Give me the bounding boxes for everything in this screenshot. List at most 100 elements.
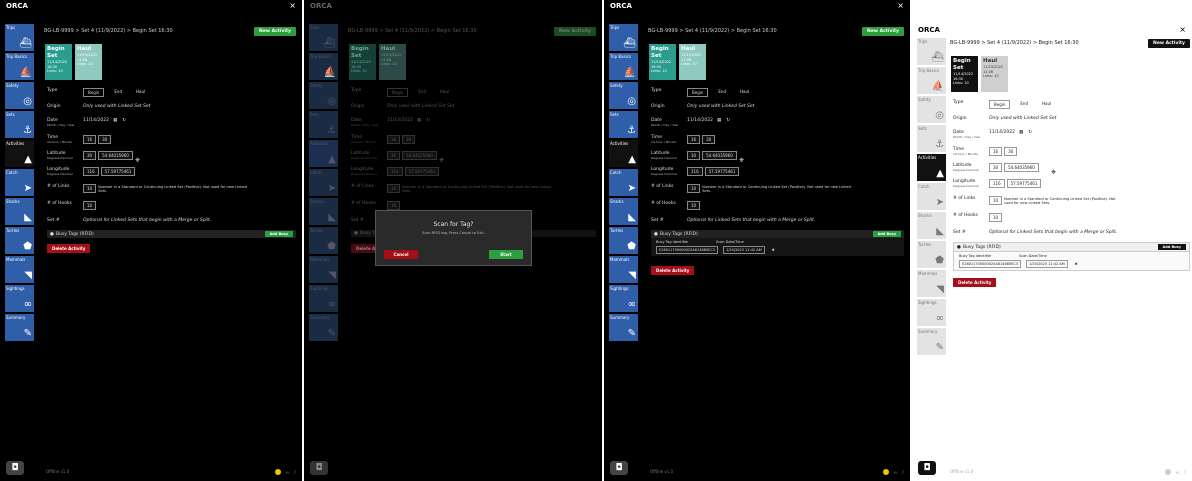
gps-crosshair-icon[interactable]: ⌖ xyxy=(135,156,140,166)
close-icon[interactable]: × xyxy=(1179,25,1186,34)
sidebar-item-turtles[interactable]: Turtles ⬟ xyxy=(5,227,34,254)
close-icon[interactable]: × xyxy=(897,1,904,10)
minute-input[interactable]: 30 xyxy=(402,135,416,144)
delete-activity-button[interactable]: Delete Activity xyxy=(651,266,695,275)
lon-degrees-input[interactable]: 116 xyxy=(989,179,1005,188)
help-icon[interactable]: ? xyxy=(1184,470,1186,475)
type-option-haul[interactable]: Haul xyxy=(132,88,149,97)
activity-card-begin-set[interactable]: Begin Set 11/14/2022 16:30 Links: 10 xyxy=(951,56,978,92)
lon-degrees-input[interactable]: 116 xyxy=(687,167,703,176)
activity-card-begin-set[interactable]: Begin Set 11/14/2022 16:30 Links: 10 xyxy=(45,44,72,80)
sidebar-item-trip-basics[interactable]: Trip Basics ⛵ xyxy=(309,53,338,80)
lon-degrees-input[interactable]: 116 xyxy=(387,167,403,176)
sidebar-item-turtles[interactable]: Turtles ⬟ xyxy=(309,227,338,254)
sidebar-item-summary[interactable]: Summary ✎ xyxy=(917,328,946,355)
activity-card-begin-set[interactable]: Begin Set 11/14/2022 16:30 Links: 10 xyxy=(649,44,676,80)
hour-input[interactable]: 16 xyxy=(83,135,97,144)
lon-minutes-input[interactable]: 57.59775461 xyxy=(704,167,740,176)
type-option-haul[interactable]: Haul xyxy=(1038,100,1055,109)
activity-card-begin-set[interactable]: Begin Set 11/14/2022 16:30 Links: 10 xyxy=(349,44,376,80)
lat-minutes-input[interactable]: 54.64035960 xyxy=(98,151,133,160)
type-option-end[interactable]: End xyxy=(1016,100,1032,109)
activity-card-haul[interactable]: Haul 11/15/2022 11:08 Links: 10 xyxy=(75,44,102,80)
new-activity-button[interactable]: New Activity xyxy=(1148,39,1190,48)
lon-minutes-input[interactable]: 57.59775461 xyxy=(1006,179,1042,188)
sidebar-item-sets[interactable]: Sets ⚓ xyxy=(917,125,946,152)
sidebar-item-catch[interactable]: Catch ➤ xyxy=(609,169,638,196)
add-busy-button[interactable]: Add Busy xyxy=(872,231,901,237)
links-input[interactable]: 10 xyxy=(387,184,401,193)
minute-input[interactable]: 30 xyxy=(702,135,716,144)
sidebar-item-trips[interactable]: Trips ⛴ xyxy=(609,24,638,51)
sidebar-item-trip-basics[interactable]: Trip Basics ⛵ xyxy=(5,53,34,80)
breadcrumb[interactable]: BG-LB-9999 > Set 4 (11/9/2022) > Begin S… xyxy=(648,28,777,34)
sync-icon[interactable]: ⟲ xyxy=(1176,470,1179,475)
sidebar-item-catch[interactable]: Catch ➤ xyxy=(309,169,338,196)
activity-card-haul[interactable]: Haul 11/15/2022 11:08 Links: 10 xyxy=(981,56,1008,92)
sidebar-item-activities[interactable]: Activities ▲ xyxy=(917,154,946,181)
lon-minutes-input[interactable]: 57.59775461 xyxy=(100,167,136,176)
sync-icon[interactable]: ⟲ xyxy=(286,470,289,475)
lat-degrees-input[interactable]: 30 xyxy=(687,151,701,160)
remove-tag-icon[interactable]: ✖ xyxy=(1073,261,1080,267)
links-input[interactable]: 10 xyxy=(687,184,701,193)
sync-icon[interactable]: ⟲ xyxy=(894,470,897,475)
lat-degrees-input[interactable]: 30 xyxy=(989,163,1003,172)
sidebar-item-safety[interactable]: Safety ◎ xyxy=(5,82,34,109)
camera-icon[interactable]: ◘ xyxy=(610,461,628,475)
type-option-begin[interactable]: Begin xyxy=(687,88,709,97)
sidebar-item-activities[interactable]: Activities ▲ xyxy=(5,140,34,167)
type-option-begin[interactable]: Begin xyxy=(387,88,409,97)
sidebar-item-mammals[interactable]: Mammals ◥ xyxy=(5,256,34,283)
sidebar-item-summary[interactable]: Summary ✎ xyxy=(309,314,338,341)
hour-input[interactable]: 16 xyxy=(687,135,701,144)
hour-input[interactable]: 16 xyxy=(989,147,1003,156)
activity-card-haul[interactable]: Haul 11/15/2022 11:08 Links: 10 xyxy=(679,44,706,80)
hooks-input[interactable]: 10 xyxy=(989,213,1003,222)
calendar-icon[interactable]: ▦ xyxy=(717,118,721,123)
cancel-button[interactable]: Cancel xyxy=(384,250,418,259)
type-option-begin[interactable]: Begin xyxy=(989,100,1011,109)
sidebar-item-summary[interactable]: Summary ✎ xyxy=(5,314,34,341)
lon-degrees-input[interactable]: 116 xyxy=(83,167,99,176)
breadcrumb[interactable]: BG-LB-9999 > Set 4 (11/9/2022) > Begin S… xyxy=(44,28,173,34)
sidebar-item-turtles[interactable]: Turtles ⬟ xyxy=(917,241,946,268)
start-button[interactable]: Start xyxy=(489,250,523,259)
new-activity-button[interactable]: New Activity xyxy=(862,27,904,36)
add-busy-button[interactable]: Add Busy xyxy=(264,231,293,237)
lat-minutes-input[interactable]: 54.64035960 xyxy=(402,151,437,160)
calendar-icon[interactable]: ▦ xyxy=(113,118,117,123)
sidebar-item-mammals[interactable]: Mammals ◥ xyxy=(609,256,638,283)
sidebar-item-safety[interactable]: Safety ◎ xyxy=(609,82,638,109)
remove-tag-icon[interactable]: ✖ xyxy=(770,247,777,253)
new-activity-button[interactable]: New Activity xyxy=(254,27,296,36)
gps-crosshair-icon[interactable]: ⌖ xyxy=(1051,168,1056,178)
sidebar-item-sets[interactable]: Sets ⚓ xyxy=(5,111,34,138)
sidebar-item-sightings[interactable]: Sightings ∞ xyxy=(609,285,638,312)
date-field[interactable]: 11/14/2022 xyxy=(989,130,1015,135)
hooks-input[interactable]: 10 xyxy=(83,201,97,210)
reset-icon[interactable]: ↻ xyxy=(1028,130,1032,135)
sidebar-item-sightings[interactable]: Sightings ∞ xyxy=(5,285,34,312)
type-option-end[interactable]: End xyxy=(714,88,730,97)
sidebar-item-trip-basics[interactable]: Trip Basics ⛵ xyxy=(609,53,638,80)
reset-icon[interactable]: ↻ xyxy=(426,118,430,123)
sidebar-item-sightings[interactable]: Sightings ∞ xyxy=(309,285,338,312)
sidebar-item-activities[interactable]: Activities ▲ xyxy=(309,140,338,167)
sidebar-item-trips[interactable]: Trips ⛴ xyxy=(917,38,946,65)
sidebar-item-catch[interactable]: Catch ➤ xyxy=(5,169,34,196)
calendar-icon[interactable]: ▦ xyxy=(1019,130,1023,135)
reset-icon[interactable]: ↻ xyxy=(122,118,126,123)
type-option-haul[interactable]: Haul xyxy=(736,88,753,97)
hooks-input[interactable]: 10 xyxy=(387,201,401,210)
sidebar-item-sightings[interactable]: Sightings ∞ xyxy=(917,299,946,326)
sidebar-item-trip-basics[interactable]: Trip Basics ⛵ xyxy=(917,67,946,94)
lat-minutes-input[interactable]: 54.64035960 xyxy=(1004,163,1039,172)
close-icon[interactable]: × xyxy=(289,1,296,10)
type-option-haul[interactable]: Haul xyxy=(436,88,453,97)
sidebar-item-trips[interactable]: Trips ⛴ xyxy=(5,24,34,51)
sidebar-item-catch[interactable]: Catch ➤ xyxy=(917,183,946,210)
sidebar-item-sharks[interactable]: Sharks ◣ xyxy=(309,198,338,225)
sidebar-item-safety[interactable]: Safety ◎ xyxy=(917,96,946,123)
sidebar-item-sets[interactable]: Sets ⚓ xyxy=(309,111,338,138)
